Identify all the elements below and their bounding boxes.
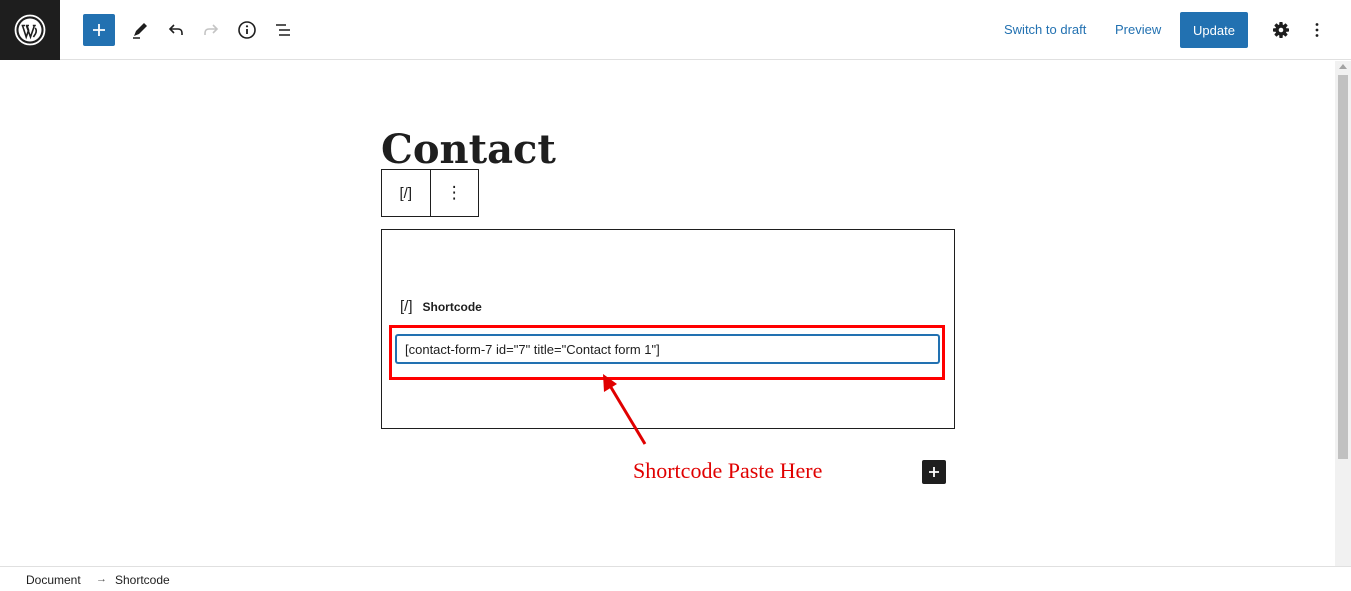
undo-button[interactable]	[160, 14, 192, 46]
plus-icon	[93, 24, 105, 36]
breadcrumb-separator: →	[96, 573, 107, 585]
details-button[interactable]	[231, 14, 263, 46]
scrollbar-thumb[interactable]	[1338, 75, 1348, 459]
more-vertical-icon: ⋮	[445, 183, 463, 202]
editor-header: Switch to draft Preview Update	[0, 0, 1351, 60]
block-type-button[interactable]: [/]	[382, 170, 430, 216]
wordpress-icon	[14, 14, 46, 46]
block-inserter-button[interactable]	[83, 14, 115, 46]
redo-icon	[204, 24, 219, 35]
pencil-icon	[133, 23, 147, 39]
shortcode-input[interactable]	[396, 335, 939, 363]
shortcode-label-text: Shortcode	[422, 299, 482, 314]
update-button[interactable]: Update	[1180, 12, 1248, 48]
annotation-arrow-icon	[603, 374, 647, 445]
block-toolbar: [/] ⋮	[381, 169, 479, 217]
breadcrumb-document[interactable]: Document	[26, 573, 81, 587]
undo-icon	[168, 24, 183, 35]
wordpress-logo-button[interactable]	[0, 0, 60, 60]
block-breadcrumb-bar: Document → Shortcode	[0, 566, 1351, 591]
redo-button[interactable]	[195, 14, 227, 46]
plus-icon	[929, 467, 939, 477]
block-options-button[interactable]: ⋮	[429, 170, 479, 216]
options-button[interactable]	[1301, 14, 1333, 46]
list-view-button[interactable]	[267, 14, 299, 46]
breadcrumb-shortcode: Shortcode	[115, 573, 170, 587]
gear-icon	[1273, 22, 1289, 38]
settings-button[interactable]	[1265, 14, 1297, 46]
shortcode-block-label: [/] Shortcode	[400, 298, 482, 315]
tools-button[interactable]	[124, 14, 156, 46]
shortcode-icon: [/]	[399, 184, 412, 202]
more-vertical-icon	[1315, 23, 1319, 37]
info-icon	[238, 21, 256, 39]
scroll-up-arrow-icon[interactable]	[1339, 64, 1347, 69]
annotation-text: Shortcode Paste Here	[633, 458, 823, 483]
preview-button[interactable]: Preview	[1115, 22, 1161, 37]
shortcode-icon: [/]	[400, 298, 413, 315]
list-view-icon	[276, 24, 290, 36]
add-block-button[interactable]	[922, 460, 946, 484]
switch-to-draft-button[interactable]: Switch to draft	[1004, 22, 1086, 37]
